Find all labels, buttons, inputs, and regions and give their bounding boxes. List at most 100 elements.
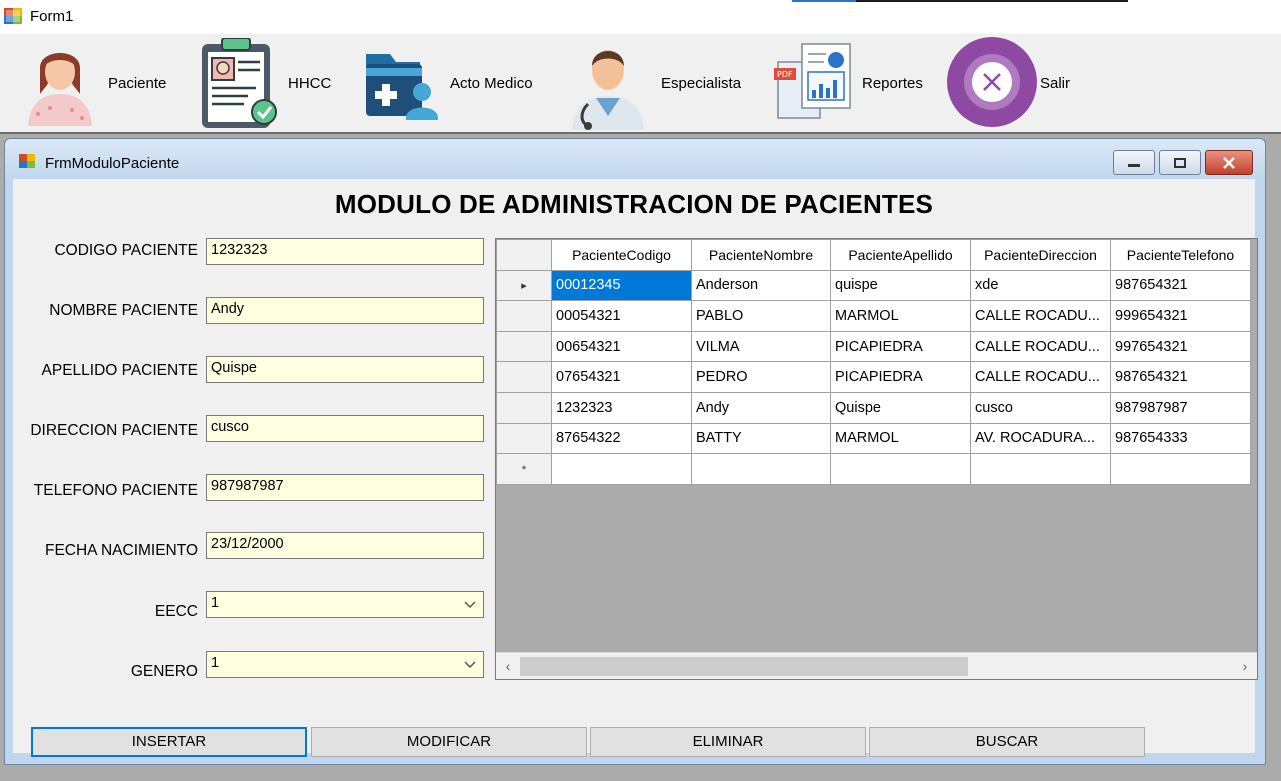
toolbar-button-reportes[interactable]: PDF Reportes bbox=[770, 34, 940, 132]
medical-folder-icon bbox=[366, 54, 438, 120]
table-cell[interactable]: xde bbox=[970, 269, 1111, 302]
table-cell[interactable]: 87654322 bbox=[551, 422, 692, 455]
chevron-down-icon bbox=[464, 661, 476, 669]
toolbar-label-paciente: Paciente bbox=[108, 75, 167, 92]
row-header[interactable]: * bbox=[496, 453, 552, 485]
row-header[interactable] bbox=[496, 391, 552, 424]
toolbar-button-paciente[interactable]: Paciente bbox=[14, 34, 174, 132]
column-header[interactable]: PacienteApellido bbox=[830, 239, 971, 271]
telefono-input[interactable]: 987987987 bbox=[206, 474, 484, 501]
codigo-input[interactable]: 1232323 bbox=[206, 238, 484, 265]
table-cell[interactable]: Anderson bbox=[691, 269, 831, 302]
close-icon bbox=[1206, 151, 1252, 174]
table-row[interactable]: 00654321 VILMA PICAPIEDRA CALLE ROCADU..… bbox=[496, 330, 1251, 363]
page-title: MODULO DE ADMINISTRACION DE PACIENTES bbox=[334, 189, 934, 219]
row-header-corner[interactable] bbox=[496, 239, 552, 271]
title-decoration bbox=[792, 0, 1128, 2]
table-cell[interactable]: 987654321 bbox=[1110, 269, 1251, 302]
apellido-input[interactable]: Quispe bbox=[206, 356, 484, 383]
close-button[interactable] bbox=[1205, 150, 1253, 175]
table-cell[interactable]: BATTY bbox=[691, 422, 831, 455]
table-cell[interactable]: CALLE ROCADU... bbox=[970, 361, 1111, 393]
eecc-select[interactable]: 1 bbox=[206, 591, 484, 618]
column-header[interactable]: PacienteTelefono bbox=[1110, 239, 1251, 271]
window-title: Form1 bbox=[30, 8, 74, 25]
table-cell[interactable]: PABLO bbox=[691, 300, 831, 332]
column-header[interactable]: PacienteDireccion bbox=[970, 239, 1111, 271]
table-cell[interactable]: PICAPIEDRA bbox=[830, 361, 971, 393]
table-cell[interactable] bbox=[551, 453, 692, 485]
genero-select[interactable]: 1 bbox=[206, 651, 484, 678]
table-cell[interactable]: 987654333 bbox=[1110, 422, 1251, 455]
table-cell[interactable]: 999654321 bbox=[1110, 300, 1251, 332]
table-cell[interactable]: 00054321 bbox=[551, 300, 692, 332]
table-cell[interactable]: CALLE ROCADU... bbox=[970, 330, 1111, 363]
row-header[interactable] bbox=[496, 330, 552, 363]
table-cell[interactable]: 987987987 bbox=[1110, 391, 1251, 424]
table-cell[interactable]: VILMA bbox=[691, 330, 831, 363]
table-row[interactable]: 07654321 PEDRO PICAPIEDRA CALLE ROCADU..… bbox=[496, 361, 1251, 393]
toolbar-button-hhcc[interactable]: HHCC bbox=[196, 34, 346, 132]
clinical-record-clipboard-icon bbox=[202, 38, 277, 128]
table-cell[interactable]: 00654321 bbox=[551, 330, 692, 363]
row-header[interactable] bbox=[496, 361, 552, 393]
table-cell[interactable] bbox=[970, 453, 1111, 485]
table-cell[interactable]: 1232323 bbox=[551, 391, 692, 424]
table-row[interactable]: 87654322 BATTY MARMOL AV. ROCADURA... 98… bbox=[496, 422, 1251, 455]
label-codigo: CODIGO PACIENTE bbox=[54, 242, 198, 259]
modificar-button[interactable]: MODIFICAR bbox=[311, 727, 587, 757]
exit-circle-icon bbox=[947, 37, 1037, 127]
patients-table: PacienteCodigo PacienteNombre PacienteAp… bbox=[496, 239, 1251, 485]
table-cell[interactable]: 07654321 bbox=[551, 361, 692, 393]
table-cell[interactable]: 00012345 bbox=[551, 269, 692, 302]
restore-button[interactable] bbox=[1159, 150, 1201, 175]
new-row[interactable]: * bbox=[496, 453, 1251, 485]
toolbar-button-especialista[interactable]: Especialista bbox=[566, 34, 756, 132]
table-cell[interactable] bbox=[830, 453, 971, 485]
minimize-button[interactable] bbox=[1113, 150, 1155, 175]
table-cell[interactable]: Andy bbox=[691, 391, 831, 424]
label-telefono: TELEFONO PACIENTE bbox=[33, 482, 198, 499]
fecha-nacimiento-input[interactable]: 23/12/2000 bbox=[206, 532, 484, 559]
horizontal-scrollbar[interactable]: ‹ › bbox=[496, 652, 1257, 679]
scroll-left-icon[interactable]: ‹ bbox=[500, 657, 516, 676]
table-cell[interactable] bbox=[691, 453, 831, 485]
table-row[interactable]: ▸ 00012345 Anderson quispe xde 987654321 bbox=[496, 269, 1251, 302]
table-cell[interactable]: quispe bbox=[830, 269, 971, 302]
toolbar-label-hhcc: HHCC bbox=[288, 75, 332, 92]
table-cell[interactable]: 997654321 bbox=[1110, 330, 1251, 363]
table-row[interactable]: 1232323 Andy Quispe cusco 987987987 bbox=[496, 391, 1251, 424]
genero-select-value: 1 bbox=[211, 655, 220, 671]
table-cell[interactable]: AV. ROCADURA... bbox=[970, 422, 1111, 455]
nombre-input[interactable]: Andy bbox=[206, 297, 484, 324]
table-cell[interactable] bbox=[1110, 453, 1251, 485]
table-cell[interactable]: MARMOL bbox=[830, 422, 971, 455]
table-cell[interactable]: PEDRO bbox=[691, 361, 831, 393]
table-cell[interactable]: MARMOL bbox=[830, 300, 971, 332]
child-window-title: FrmModuloPaciente bbox=[45, 155, 180, 172]
column-header[interactable]: PacienteNombre bbox=[691, 239, 831, 271]
eliminar-button[interactable]: ELIMINAR bbox=[590, 727, 866, 757]
toolbar-button-acto-medico[interactable]: Acto Medico bbox=[364, 34, 554, 132]
buscar-button[interactable]: BUSCAR bbox=[869, 727, 1145, 757]
scrollbar-thumb[interactable] bbox=[520, 657, 968, 676]
label-eecc: EECC bbox=[154, 603, 198, 620]
row-header[interactable] bbox=[496, 422, 552, 455]
row-header[interactable]: ▸ bbox=[496, 269, 552, 302]
child-window: FrmModuloPaciente MODULO DE ADMINISTRACI… bbox=[4, 138, 1266, 765]
toolbar-button-salir[interactable]: Salir bbox=[946, 34, 1086, 132]
column-header[interactable]: PacienteCodigo bbox=[551, 239, 692, 271]
table-row[interactable]: 00054321 PABLO MARMOL CALLE ROCADU... 99… bbox=[496, 300, 1251, 332]
scroll-right-icon[interactable]: › bbox=[1237, 657, 1253, 676]
direccion-input[interactable]: cusco bbox=[206, 415, 484, 442]
table-cell[interactable]: PICAPIEDRA bbox=[830, 330, 971, 363]
patients-data-grid[interactable]: PacienteCodigo PacienteNombre PacienteAp… bbox=[495, 238, 1258, 680]
child-window-titlebar[interactable]: FrmModuloPaciente bbox=[5, 139, 1265, 179]
table-cell[interactable]: CALLE ROCADU... bbox=[970, 300, 1111, 332]
table-cell[interactable]: 987654321 bbox=[1110, 361, 1251, 393]
table-cell[interactable]: cusco bbox=[970, 391, 1111, 424]
insertar-button[interactable]: INSERTAR bbox=[31, 727, 307, 757]
row-header[interactable] bbox=[496, 300, 552, 332]
window-titlebar: Form1 bbox=[0, 0, 1281, 34]
table-cell[interactable]: Quispe bbox=[830, 391, 971, 424]
